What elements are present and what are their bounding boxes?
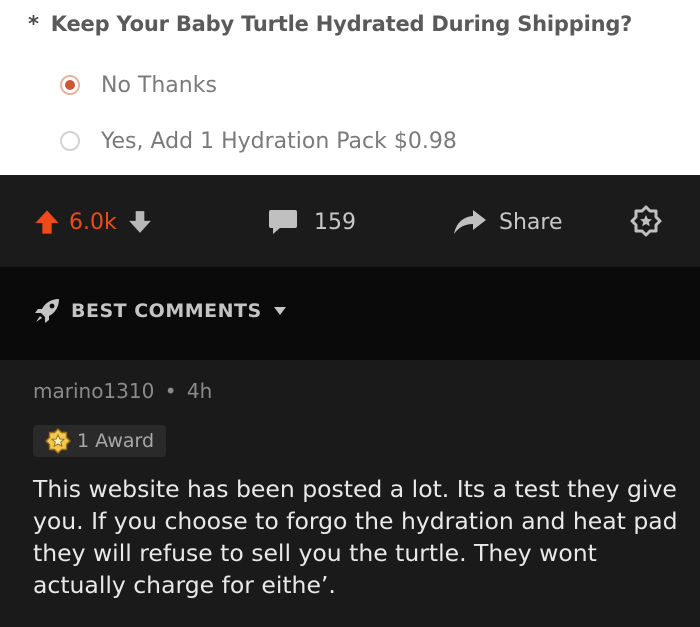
comment-meta: marino1310 • 4h bbox=[33, 379, 212, 403]
radio-unselected-icon[interactable] bbox=[60, 131, 80, 151]
option-label: Yes, Add 1 Hydration Pack $0.98 bbox=[101, 128, 457, 154]
vote-group: 6.0k bbox=[33, 207, 153, 237]
checkout-option-form: * Keep Your Baby Turtle Hydrated During S… bbox=[0, 0, 700, 175]
downvote-arrow-icon[interactable] bbox=[127, 209, 153, 235]
upvote-arrow-icon[interactable] bbox=[33, 208, 61, 236]
award-button[interactable] bbox=[630, 205, 662, 237]
comment-author[interactable]: marino1310 bbox=[33, 379, 154, 403]
post-action-bar: 6.0k 159 Share bbox=[0, 175, 700, 267]
sort-label: BEST COMMENTS bbox=[71, 300, 262, 322]
award-icon bbox=[630, 205, 662, 237]
award-badge[interactable]: 1 Award bbox=[33, 425, 167, 457]
required-marker: * bbox=[28, 12, 39, 36]
award-label: 1 Award bbox=[77, 430, 155, 452]
chevron-down-icon bbox=[273, 307, 286, 315]
award-medal-icon bbox=[45, 428, 71, 454]
reddit-post-section: 6.0k 159 Share BEST COMMENTS marino1310 … bbox=[0, 175, 700, 627]
share-label: Share bbox=[499, 209, 563, 235]
meta-separator: • bbox=[164, 379, 177, 403]
comments-button[interactable]: 159 bbox=[268, 207, 356, 237]
option-add-hydration-pack[interactable]: Yes, Add 1 Hydration Pack $0.98 bbox=[60, 126, 457, 156]
comment-icon bbox=[269, 210, 297, 234]
question-text: Keep Your Baby Turtle Hydrated During Sh… bbox=[50, 12, 633, 36]
comment-body: This website has been posted a lot. Its … bbox=[33, 475, 678, 599]
question-heading: * Keep Your Baby Turtle Hydrated During S… bbox=[28, 12, 632, 36]
comment-sort-bar: BEST COMMENTS bbox=[0, 267, 700, 360]
share-button[interactable]: Share bbox=[453, 207, 563, 237]
share-icon bbox=[454, 210, 486, 234]
comment-age: 4h bbox=[186, 379, 213, 403]
option-label: No Thanks bbox=[101, 72, 217, 98]
sort-dropdown[interactable]: BEST COMMENTS bbox=[33, 297, 286, 325]
rocket-icon bbox=[35, 299, 59, 323]
radio-selected-icon[interactable] bbox=[60, 75, 80, 95]
screenshot: * Keep Your Baby Turtle Hydrated During S… bbox=[0, 0, 700, 627]
vote-score: 6.0k bbox=[69, 209, 117, 235]
comment: marino1310 • 4h 1 Award This website has… bbox=[0, 360, 700, 627]
comment-count: 159 bbox=[314, 209, 356, 235]
option-no-thanks[interactable]: No Thanks bbox=[60, 70, 217, 100]
